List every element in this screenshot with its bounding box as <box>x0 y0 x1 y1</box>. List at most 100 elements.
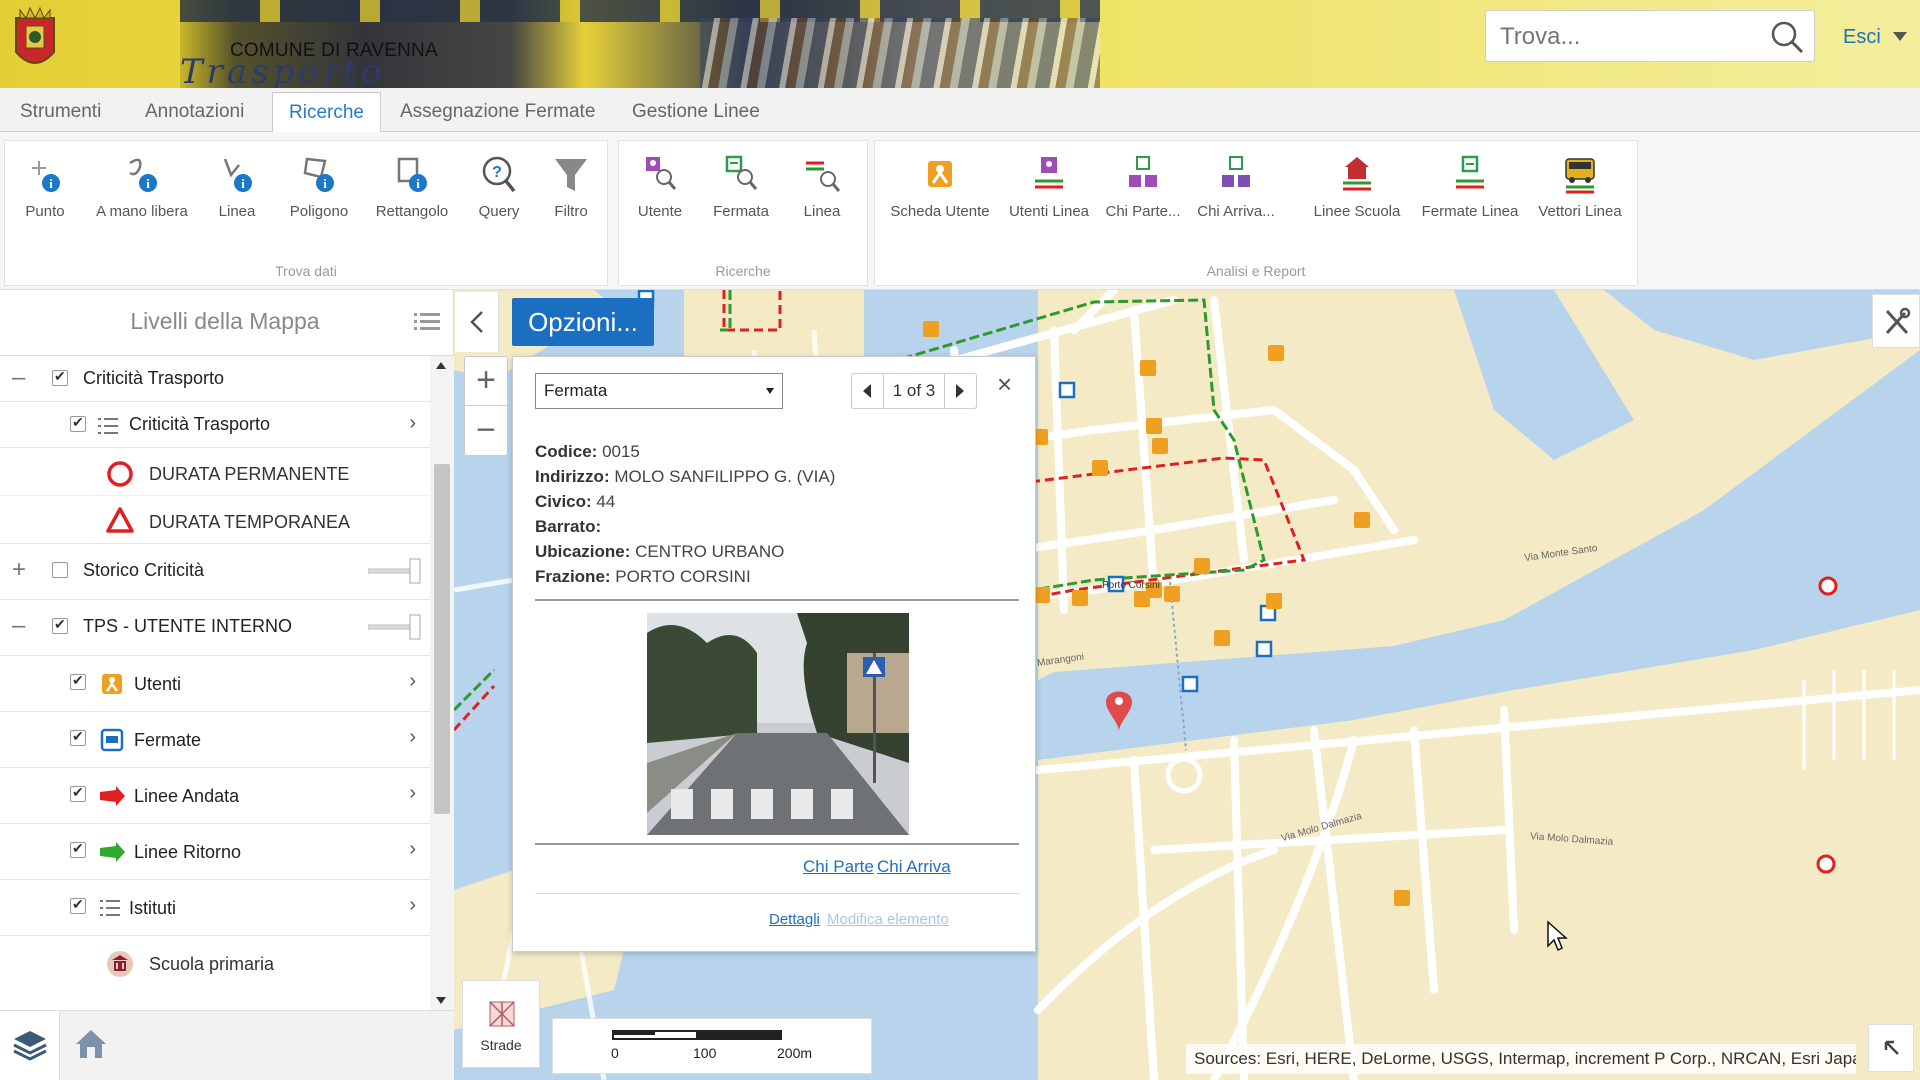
search-input[interactable] <box>1500 21 1760 53</box>
layer-checkbox[interactable] <box>52 616 68 634</box>
tool-scheda-utente[interactable]: Scheda Utente <box>885 153 995 233</box>
query-icon: ? <box>482 156 516 193</box>
tool-linee-scuola[interactable]: Linee Scuola <box>1307 153 1407 233</box>
opacity-slider[interactable] <box>368 614 422 640</box>
zoom-in-button[interactable]: + <box>465 357 507 406</box>
collapse-icon[interactable]: – <box>12 364 25 392</box>
tool-rettangolo[interactable]: i Rettangolo <box>367 153 457 233</box>
scroll-up-icon[interactable] <box>436 362 446 369</box>
tool-label: Rettangolo <box>375 203 449 220</box>
chi-parte-link[interactable]: Chi Parte <box>803 857 874 877</box>
layer-criticita-trasporto[interactable]: Criticità Trasporto › <box>0 402 430 448</box>
previous-feature-button[interactable] <box>852 374 884 408</box>
attr-frazione: Frazione: PORTO CORSINI <box>535 567 751 586</box>
tab-assegnazione-fermate[interactable]: Assegnazione Fermate <box>384 92 611 132</box>
basemap-button[interactable]: Strade <box>462 980 540 1068</box>
chevron-right-icon[interactable]: › <box>409 782 416 805</box>
scroll-thumb[interactable] <box>434 464 450 814</box>
close-icon[interactable]: × <box>997 371 1012 397</box>
tool-fermate-linea[interactable]: Fermate Linea <box>1417 153 1523 233</box>
tool-vettori-linea[interactable]: Vettori Linea <box>1531 153 1629 233</box>
legend-label: DURATA TEMPORANEA <box>149 512 351 532</box>
tool-chi-arriva[interactable]: Chi Arriva... <box>1191 153 1281 233</box>
layer-name: Fermate <box>134 730 202 750</box>
tool-a-mano-libera[interactable]: i A mano libera <box>87 153 197 233</box>
layer-checkbox[interactable] <box>52 368 68 386</box>
feature-pager: 1 of 3 <box>851 373 977 409</box>
layer-storico-criticita: + Storico Criticità <box>0 544 430 600</box>
tool-label: Punto <box>25 203 65 220</box>
line-users-icon <box>1035 157 1063 189</box>
layer-name: Criticità Trasporto <box>129 414 271 434</box>
selected-pin-icon <box>1106 691 1132 732</box>
chevron-right-icon[interactable]: › <box>409 412 416 435</box>
next-feature-button[interactable] <box>944 374 976 408</box>
chevron-right-icon[interactable]: › <box>409 670 416 693</box>
tab-gestione-linee[interactable]: Gestione Linee <box>616 92 776 132</box>
layer-checkbox[interactable] <box>70 784 86 802</box>
bus-vehicles-icon <box>1565 158 1595 194</box>
layer-checkbox[interactable] <box>52 562 68 578</box>
layers-scrollbar[interactable] <box>430 356 454 1010</box>
expand-corner-button[interactable] <box>1868 1024 1914 1072</box>
chevron-right-icon[interactable]: › <box>409 838 416 861</box>
layer-select[interactable]: Fermata <box>535 373 783 409</box>
layer-utenti[interactable]: Utenti › <box>0 656 430 712</box>
tool-fermata[interactable]: Fermata <box>703 153 779 233</box>
tool-label: Utenti Linea <box>1008 203 1090 220</box>
expand-icon[interactable]: + <box>12 556 26 584</box>
stop-photo <box>647 613 909 835</box>
attr-indirizzo: Indirizzo: MOLO SANFILIPPO G. (VIA) <box>535 467 836 486</box>
critical-marker <box>1818 576 1838 596</box>
app-title: COMUNE DI RAVENNA Trasporto scolastico <box>170 38 530 88</box>
tab-ricerche[interactable]: Ricerche <box>272 92 381 133</box>
zoom-out-button[interactable]: − <box>465 407 507 456</box>
tab-annotazioni[interactable]: Annotazioni <box>129 92 260 132</box>
warning-triangle-icon <box>106 507 134 533</box>
layers-icon <box>13 1031 47 1061</box>
layer-checkbox[interactable] <box>70 728 86 746</box>
layers-tab[interactable] <box>0 1011 60 1080</box>
tool-query[interactable]: ? Query <box>467 153 531 233</box>
tool-poligono[interactable]: i Poligono <box>279 153 359 233</box>
ribbon-toolbar: i Punto i A mano libera i Linea i Poligo… <box>0 132 1920 290</box>
tab-strumenti[interactable]: Strumenti <box>4 92 117 132</box>
point-info-icon: i <box>32 161 60 192</box>
collapse-icon[interactable]: – <box>12 612 25 640</box>
search-icon[interactable] <box>1770 20 1804 54</box>
tool-chi-parte[interactable]: Chi Parte... <box>1101 153 1185 233</box>
tool-punto[interactable]: i Punto <box>13 153 77 233</box>
divider <box>535 843 1019 845</box>
collapse-panel-button[interactable] <box>455 292 499 352</box>
search-line-icon <box>806 161 841 192</box>
layer-checkbox[interactable] <box>70 672 86 690</box>
details-link[interactable]: Dettagli <box>769 911 820 928</box>
layer-checkbox[interactable] <box>70 414 86 432</box>
chevron-right-icon[interactable]: › <box>409 894 416 917</box>
layer-linee-andata[interactable]: Linee Andata › <box>0 768 430 824</box>
layer-istituti[interactable]: Istituti › <box>0 880 430 936</box>
tool-label: Poligono <box>289 203 349 220</box>
layer-checkbox[interactable] <box>70 896 86 914</box>
tool-utenti-linea[interactable]: Utenti Linea <box>1003 153 1095 233</box>
tool-utente[interactable]: Utente <box>625 153 695 233</box>
layer-tps-utente-interno: – TPS - UTENTE INTERNO <box>0 600 430 656</box>
chi-arriva-link[interactable]: Chi Arriva <box>877 857 951 877</box>
tool-filtro[interactable]: Filtro <box>539 153 603 233</box>
opacity-slider[interactable] <box>368 558 422 584</box>
chevron-down-icon[interactable] <box>1893 32 1907 41</box>
layer-linee-ritorno[interactable]: Linee Ritorno › <box>0 824 430 880</box>
edit-feature-link[interactable]: Modifica elemento <box>827 911 949 928</box>
layer-fermate[interactable]: Fermate › <box>0 712 430 768</box>
chevron-right-icon[interactable]: › <box>409 726 416 749</box>
home-icon[interactable] <box>74 1027 108 1061</box>
layer-checkbox[interactable] <box>70 840 86 858</box>
scroll-down-icon[interactable] <box>436 997 446 1004</box>
tool-linea-search[interactable]: Linea <box>787 153 857 233</box>
list-icon[interactable] <box>414 310 440 334</box>
tool-linea[interactable]: i Linea <box>205 153 269 233</box>
options-button[interactable]: Opzioni... <box>512 298 654 346</box>
logout-button[interactable]: Esci <box>1843 26 1881 49</box>
map-tools-button[interactable] <box>1872 294 1920 348</box>
mouse-cursor-icon <box>1547 920 1568 952</box>
